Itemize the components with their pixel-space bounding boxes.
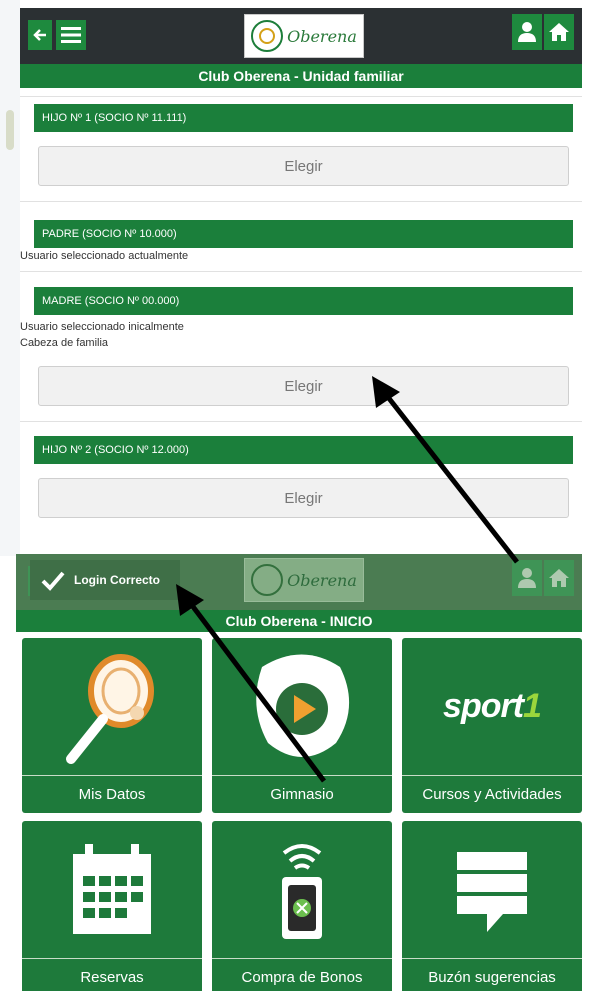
choose-button[interactable]: Elegir bbox=[38, 366, 569, 406]
crest-icon bbox=[251, 20, 284, 52]
member-status: Usuario seleccionado inicalmente bbox=[20, 321, 184, 333]
tile-buzon[interactable]: Buzón sugerencias bbox=[402, 821, 582, 991]
tile-label: Cursos y Actividades bbox=[402, 775, 582, 813]
member-card: HIJO Nº 1 (SOCIO Nº 11.111) Elegir bbox=[20, 96, 582, 201]
member-card: MADRE (SOCIO Nº 00.000) Usuario seleccio… bbox=[20, 271, 582, 422]
club-logo: Oberena bbox=[244, 14, 364, 58]
sport1-logo: sport1 bbox=[402, 638, 582, 775]
home-button[interactable] bbox=[544, 560, 574, 596]
family-unit-screen: Oberena Club Oberena - Unidad familiar H… bbox=[20, 8, 582, 556]
tile-label: Gimnasio bbox=[212, 775, 392, 813]
logo-text: Oberena bbox=[287, 570, 357, 590]
choose-button[interactable]: Elegir bbox=[38, 146, 569, 186]
sport-logo-number: 1 bbox=[523, 687, 542, 725]
home-icon bbox=[549, 569, 569, 587]
tile-mis-datos[interactable]: Mis Datos bbox=[22, 638, 202, 813]
logo-text: Oberena bbox=[287, 26, 357, 46]
choose-button[interactable]: Elegir bbox=[38, 478, 569, 518]
nfc-card-icon bbox=[212, 821, 392, 958]
tile-label: Mis Datos bbox=[22, 775, 202, 813]
member-header: HIJO Nº 1 (SOCIO Nº 11.111) bbox=[34, 104, 573, 132]
tile-label: Compra de Bonos bbox=[212, 958, 392, 991]
message-icon bbox=[402, 821, 582, 958]
member-card: PADRE (SOCIO Nº 10.000) Usuario seleccio… bbox=[20, 201, 582, 272]
background-mark bbox=[6, 110, 14, 150]
tile-reservas[interactable]: Reservas bbox=[22, 821, 202, 991]
user-icon bbox=[518, 22, 536, 42]
tile-cursos[interactable]: sport1 Cursos y Actividades bbox=[402, 638, 582, 813]
toast-message: Login Correcto bbox=[74, 573, 160, 587]
tile-label: Buzón sugerencias bbox=[402, 958, 582, 991]
club-logo: Oberena bbox=[244, 558, 364, 602]
racket-icon bbox=[22, 638, 202, 775]
tile-bonos[interactable]: Compra de Bonos bbox=[212, 821, 392, 991]
check-icon bbox=[41, 571, 65, 591]
sport-logo-text: sport bbox=[443, 687, 524, 725]
home-icon bbox=[549, 23, 569, 41]
calendar-icon bbox=[22, 821, 202, 958]
app-header: Oberena bbox=[20, 8, 582, 64]
back-button[interactable] bbox=[28, 20, 52, 50]
member-header: MADRE (SOCIO Nº 00.000) bbox=[34, 287, 573, 315]
member-card: HIJO Nº 2 (SOCIO Nº 12.000) Elegir bbox=[20, 421, 582, 556]
page-title: Club Oberena - Unidad familiar bbox=[20, 64, 582, 88]
profile-button[interactable] bbox=[512, 560, 542, 596]
member-role: Cabeza de familia bbox=[20, 337, 109, 349]
menu-button[interactable] bbox=[56, 20, 86, 50]
member-header: PADRE (SOCIO Nº 10.000) bbox=[34, 220, 573, 248]
hamburger-icon bbox=[61, 27, 81, 43]
member-status: Usuario seleccionado actualmente bbox=[20, 250, 189, 262]
background-strip bbox=[0, 0, 20, 556]
crest-icon bbox=[251, 564, 284, 596]
tile-gimnasio[interactable]: Gimnasio bbox=[212, 638, 392, 813]
page-title: Club Oberena - INICIO bbox=[16, 610, 582, 632]
user-icon bbox=[518, 568, 536, 588]
app-header: Oberena Login Correcto bbox=[16, 554, 582, 610]
profile-button[interactable] bbox=[512, 14, 542, 50]
home-screen: Oberena Login Correcto Club Oberena - IN… bbox=[16, 554, 582, 991]
login-toast: Login Correcto bbox=[30, 560, 180, 600]
home-button[interactable] bbox=[544, 14, 574, 50]
tile-label: Reservas bbox=[22, 958, 202, 991]
arrow-left-icon bbox=[33, 29, 46, 41]
member-header: HIJO Nº 2 (SOCIO Nº 12.000) bbox=[34, 436, 573, 464]
play-icon bbox=[212, 638, 392, 775]
